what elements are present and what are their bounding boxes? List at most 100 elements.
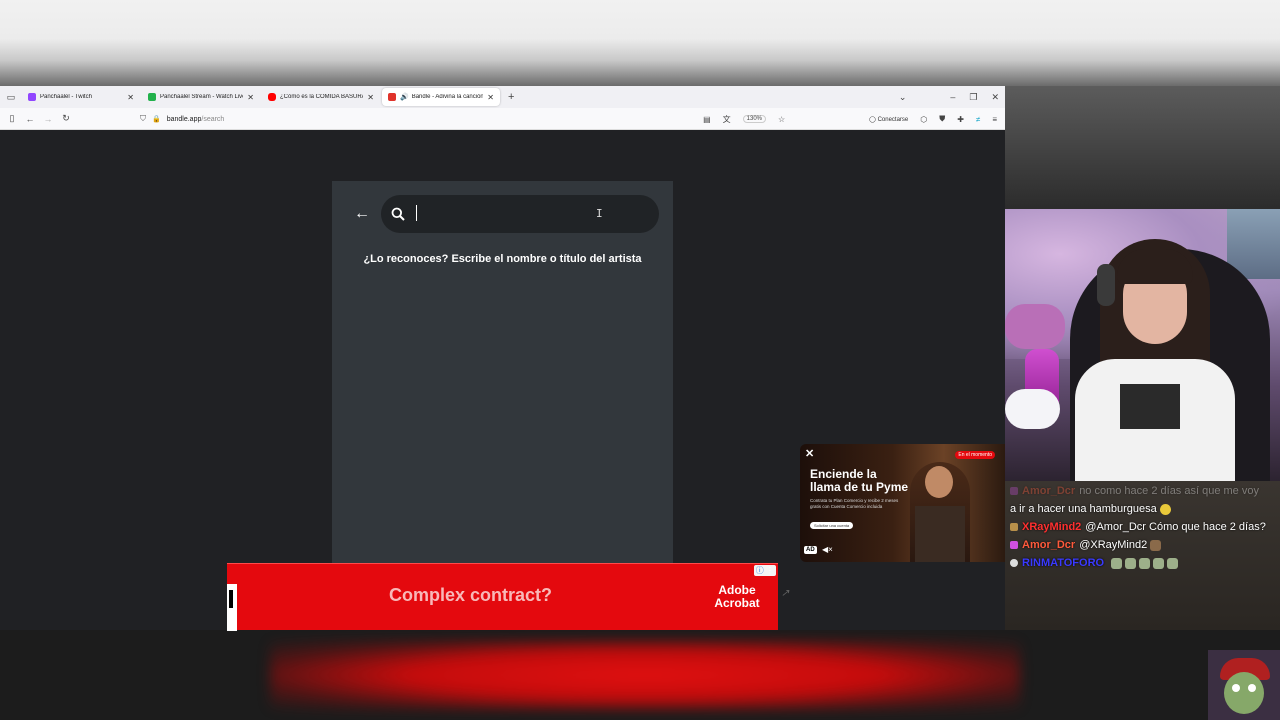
reader-view-icon[interactable]: ▤ xyxy=(703,115,711,124)
bookmark-star-icon[interactable]: ☆ xyxy=(778,115,785,124)
menu-icon[interactable]: ≡ xyxy=(992,115,997,124)
speaker-icon[interactable]: 🔊 xyxy=(400,93,409,101)
url-bar[interactable]: ⛉ 🔒 bandle.app/search xyxy=(140,111,720,127)
adobe-ad-banner[interactable]: Complex contract? Adobe Acrobat ⓘ ⋮ xyxy=(227,563,778,631)
close-tab-icon[interactable]: ✕ xyxy=(487,93,494,102)
webcam-shirt-print xyxy=(1120,384,1180,429)
kick-favicon-icon xyxy=(148,93,156,101)
zombie-eye xyxy=(1248,684,1256,692)
ad-brand-logo[interactable]: Adobe Acrobat xyxy=(707,584,767,610)
mouse-cursor-icon: I xyxy=(596,207,603,220)
emote-icon xyxy=(1139,557,1151,569)
emote-icon xyxy=(1111,557,1123,569)
blurred-red-banner xyxy=(270,640,1020,710)
chat-badge-icon xyxy=(1010,559,1018,567)
puzzle-icon[interactable]: ✚ xyxy=(957,115,964,124)
webcam-plush-bunny xyxy=(1005,304,1065,349)
ad-brand-line2: Acrobat xyxy=(714,596,760,610)
zombie-eye xyxy=(1232,684,1240,692)
zoom-level[interactable]: 130% xyxy=(742,115,766,123)
back-icon[interactable]: ← xyxy=(21,114,39,124)
navigation-bar: ▯ ← → ↻ ⛉ 🔒 bandle.app/search ▤ 文 130% ☆… xyxy=(0,108,1005,130)
chevron-down-icon[interactable]: ⌄ xyxy=(899,92,907,103)
tab-title: Bandle - Adivina la canción xyxy=(411,94,484,100)
emote-icon xyxy=(1167,557,1179,569)
chat-badge-icon xyxy=(1010,541,1018,549)
url-path: /search xyxy=(201,115,225,123)
close-tab-icon[interactable]: ✕ xyxy=(127,93,134,102)
minimize-icon[interactable]: – xyxy=(950,92,955,102)
close-tab-icon[interactable]: ✕ xyxy=(367,93,374,102)
ad-left-edge xyxy=(227,584,237,631)
ad-tag: En el momento xyxy=(955,451,995,459)
translate-icon[interactable]: 文 xyxy=(723,114,731,125)
stream-background-top xyxy=(0,0,1280,86)
close-ad-icon[interactable]: ✕ xyxy=(805,447,814,460)
back-arrow-icon[interactable]: ← xyxy=(354,205,370,223)
ad-badge: AD xyxy=(804,546,817,554)
lock-icon[interactable]: 🔒 xyxy=(152,115,161,123)
streamer-webcam xyxy=(1005,209,1280,481)
chat-line: XRayMind2 @Amor_Dcr Cómo que hace 2 días… xyxy=(1010,518,1280,536)
video-ad-subtitle: Contrata tu Plan Comercio y recibe 2 mes… xyxy=(810,498,899,509)
tab-kick[interactable]: Panchaalel Stream - Watch Live ✕ xyxy=(142,88,260,106)
shield-icon[interactable]: ⛉ xyxy=(140,114,146,124)
chat-line: RINMATOFORO xyxy=(1010,554,1280,572)
chat-badge-icon xyxy=(1010,523,1018,531)
tab-title: Panchaalel Stream - Watch Live xyxy=(160,94,244,100)
zombie-head xyxy=(1224,672,1264,714)
tab-bandle[interactable]: 🔊 Bandle - Adivina la canción ✕ xyxy=(382,88,500,106)
close-window-icon[interactable]: ✕ xyxy=(991,92,999,103)
webcam-plush-cloud xyxy=(1005,389,1060,429)
chat-message: a ir a hacer una hamburguesa xyxy=(1010,503,1157,515)
tab-twitch[interactable]: Panchaalel - Twitch ✕ xyxy=(22,88,140,106)
emote-icon xyxy=(1159,503,1171,515)
tab-list-icon[interactable]: ▭ xyxy=(0,92,22,103)
chat-message: no como hace 2 días así que me voy xyxy=(1079,485,1259,497)
tab-bar: ▭ Panchaalel - Twitch ✕ Panchaalel Strea… xyxy=(0,86,1005,108)
video-ad-cta-button[interactable]: Solicitar una cuenta xyxy=(810,522,854,529)
mute-icon[interactable]: ◀× xyxy=(822,545,833,554)
twitch-favicon-icon xyxy=(28,93,36,101)
text-caret xyxy=(416,205,417,221)
chat-message: @Amor_Dcr Cómo que hace 2 días? xyxy=(1085,521,1266,533)
extensions-icon[interactable]: ⬡ xyxy=(920,115,927,124)
ad-headline[interactable]: Complex contract? xyxy=(389,585,552,606)
connect-button[interactable]: ◯ Conectarse xyxy=(869,116,908,123)
ad-cursor-icon: ↗ xyxy=(781,588,790,599)
ad-choices-icon[interactable]: ⓘ ⋮ xyxy=(753,565,776,576)
ad-person-apron xyxy=(915,506,965,562)
chat-username: Amor_Dcr xyxy=(1022,485,1076,497)
sidebar-icon[interactable]: ▯ xyxy=(3,113,21,124)
search-input[interactable] xyxy=(413,206,623,222)
close-tab-icon[interactable]: ✕ xyxy=(247,93,254,102)
chat-username: Amor_Dcr xyxy=(1022,539,1076,551)
chat-username: XRayMind2 xyxy=(1022,521,1082,533)
chat-line: Amor_Dcr no como hace 2 días así que me … xyxy=(1010,482,1280,500)
chat-line: Amor_Dcr @XRayMind2 xyxy=(1010,536,1280,554)
zombie-avatar xyxy=(1208,650,1280,720)
search-icon xyxy=(391,207,405,221)
extension-icon[interactable]: ≠ xyxy=(976,115,980,124)
chat-username: RINMATOFORO xyxy=(1022,557,1105,569)
webcam-bangs xyxy=(1117,249,1193,284)
search-prompt: ¿Lo reconoces? Escribe el nombre o títul… xyxy=(363,253,642,265)
reload-icon[interactable]: ↻ xyxy=(57,113,75,124)
emote-icon xyxy=(1150,539,1162,551)
tab-youtube[interactable]: ¿Cómo es la COMIDA BASURA... ✕ xyxy=(262,88,380,106)
video-ad[interactable]: ✕ En el momento Enciende la llama de tu … xyxy=(800,444,1005,562)
connect-label: Conectarse xyxy=(877,116,909,123)
restore-icon[interactable]: ❐ xyxy=(969,92,977,103)
emote-icon xyxy=(1125,557,1137,569)
stream-background-right xyxy=(1005,86,1280,210)
search-box[interactable]: I xyxy=(381,195,659,233)
chat-overlay: Amor_Dcr no como hace 2 días así que me … xyxy=(1010,482,1280,582)
forward-icon[interactable]: → xyxy=(39,114,57,124)
youtube-favicon-icon xyxy=(268,93,276,101)
tab-title: ¿Cómo es la COMIDA BASURA... xyxy=(280,94,364,100)
chat-line: a ir a hacer una hamburguesa xyxy=(1010,500,1280,518)
tab-title: Panchaalel - Twitch xyxy=(40,94,92,100)
chat-badge-icon xyxy=(1010,487,1018,495)
new-tab-icon[interactable]: + xyxy=(508,91,514,103)
shield-extension-icon[interactable]: ⛊ xyxy=(939,114,945,124)
